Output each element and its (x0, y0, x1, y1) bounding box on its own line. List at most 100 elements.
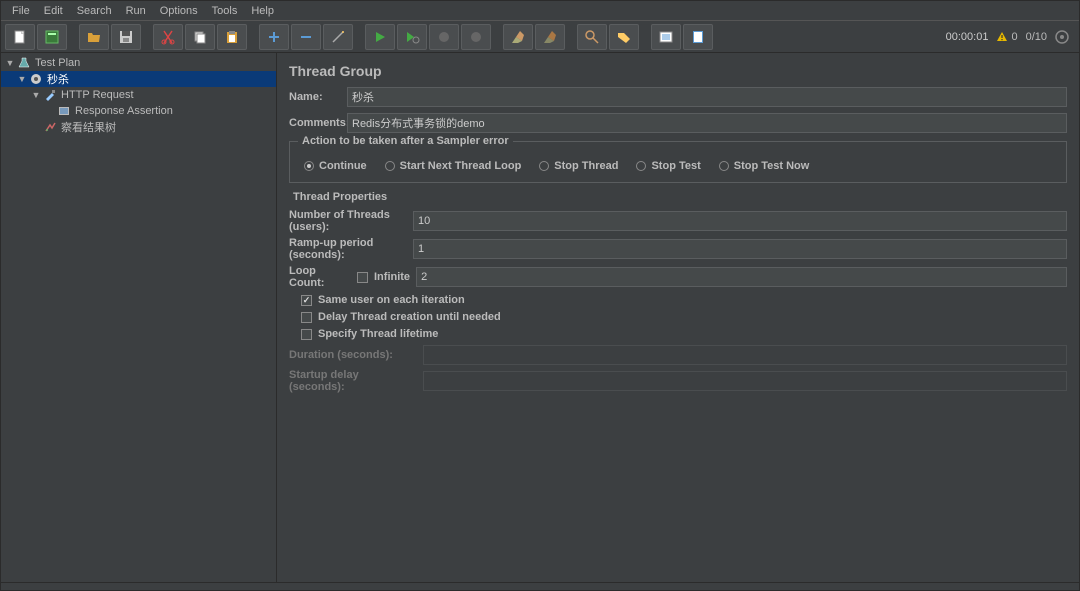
open-icon (86, 29, 102, 45)
menu-file[interactable]: File (5, 3, 37, 19)
template-icon (44, 29, 60, 45)
copy-icon (192, 29, 208, 45)
tree-label: 察看结果树 (59, 119, 116, 135)
threads-icon (1055, 30, 1069, 44)
open-button[interactable] (79, 24, 109, 50)
plus-icon (266, 29, 282, 45)
thread-properties-title: Thread Properties (293, 191, 1067, 203)
menu-search[interactable]: Search (70, 3, 119, 19)
sampler-error-fieldset: Action to be taken after a Sampler error… (289, 141, 1067, 183)
radio-start-next[interactable]: Start Next Thread Loop (385, 160, 522, 172)
templates-button[interactable] (37, 24, 67, 50)
num-threads-input[interactable] (413, 211, 1067, 231)
specify-lifetime-row[interactable]: Specify Thread lifetime (301, 328, 1067, 340)
cut-button[interactable] (153, 24, 183, 50)
play-icon (372, 29, 388, 45)
results-icon (43, 120, 57, 134)
assertion-icon (57, 104, 71, 118)
duration-input (423, 345, 1067, 365)
thread-group-panel: Thread Group Name: Comments: Action to b… (277, 53, 1079, 582)
stop-icon (436, 29, 452, 45)
tree-panel: ▼ Test Plan ▼ 秒杀 ▼ HTTP Request (1, 53, 277, 582)
warning-icon (996, 31, 1008, 43)
save-icon (118, 29, 134, 45)
collapse-button[interactable] (291, 24, 321, 50)
menu-options[interactable]: Options (153, 3, 205, 19)
play-timer-icon (404, 29, 420, 45)
broom-icon (510, 29, 526, 45)
same-user-row[interactable]: Same user on each iteration (301, 294, 1067, 306)
expand-toggle[interactable]: ▼ (17, 74, 27, 84)
menu-tools[interactable]: Tools (205, 3, 245, 19)
toolbar: 00:00:01 0 0/10 (1, 21, 1079, 53)
search-icon (584, 29, 600, 45)
start-button[interactable] (365, 24, 395, 50)
loop-count-label: Loop Count: (289, 265, 351, 289)
pipette-icon (43, 88, 57, 102)
new-button[interactable] (5, 24, 35, 50)
menu-help[interactable]: Help (244, 3, 281, 19)
tree-response-assertion[interactable]: Response Assertion (1, 103, 276, 119)
minus-icon (298, 29, 314, 45)
radio-stop-thread[interactable]: Stop Thread (539, 160, 618, 172)
rampup-input[interactable] (413, 239, 1067, 259)
function-helper-button[interactable] (651, 24, 681, 50)
tree-view-results[interactable]: 察看结果树 (1, 119, 276, 135)
beaker-icon (17, 56, 31, 70)
clear-all-button[interactable] (535, 24, 565, 50)
expand-button[interactable] (259, 24, 289, 50)
search-tree-button[interactable] (577, 24, 607, 50)
expand-toggle[interactable]: ▼ (31, 90, 41, 100)
wand-icon (330, 29, 346, 45)
radio-stop-test[interactable]: Stop Test (636, 160, 700, 172)
active-threads: 0/10 (1026, 31, 1047, 43)
file-icon (12, 29, 28, 45)
tag-icon (616, 29, 632, 45)
name-input[interactable] (347, 87, 1067, 107)
reset-search-button[interactable] (609, 24, 639, 50)
tree-label: Response Assertion (73, 105, 173, 117)
loop-count-input[interactable] (416, 267, 1067, 287)
help-button[interactable] (683, 24, 713, 50)
tree-label: 秒杀 (45, 71, 69, 87)
expand-toggle[interactable]: ▼ (5, 58, 15, 68)
paste-icon (224, 29, 240, 45)
startup-delay-input (423, 371, 1067, 391)
tree-http-request[interactable]: ▼ HTTP Request (1, 87, 276, 103)
specify-lifetime-checkbox[interactable] (301, 329, 312, 340)
start-no-pause-button[interactable] (397, 24, 427, 50)
menu-edit[interactable]: Edit (37, 3, 70, 19)
book-icon (690, 29, 706, 45)
infinite-label: Infinite (374, 271, 410, 283)
same-user-checkbox[interactable] (301, 295, 312, 306)
delay-creation-row[interactable]: Delay Thread creation until needed (301, 311, 1067, 323)
infinite-checkbox[interactable] (357, 272, 368, 283)
cut-icon (160, 29, 176, 45)
clear-button[interactable] (503, 24, 533, 50)
tree-thread-group[interactable]: ▼ 秒杀 (1, 71, 276, 87)
copy-button[interactable] (185, 24, 215, 50)
tree-label: Test Plan (33, 57, 80, 69)
toggle-button[interactable] (323, 24, 353, 50)
save-button[interactable] (111, 24, 141, 50)
list-icon (658, 29, 674, 45)
gear-icon (29, 72, 43, 86)
shutdown-icon (468, 29, 484, 45)
shutdown-button[interactable] (461, 24, 491, 50)
delay-creation-checkbox[interactable] (301, 312, 312, 323)
menu-run[interactable]: Run (119, 3, 153, 19)
main-split: ▼ Test Plan ▼ 秒杀 ▼ HTTP Request (1, 53, 1079, 582)
sampler-error-legend: Action to be taken after a Sampler error (298, 135, 513, 147)
paste-button[interactable] (217, 24, 247, 50)
comments-label: Comments: (289, 117, 341, 129)
radio-stop-test-now[interactable]: Stop Test Now (719, 160, 810, 172)
startup-delay-label: Startup delay (seconds): (289, 369, 417, 393)
rampup-label: Ramp-up period (seconds): (289, 237, 407, 261)
stop-button[interactable] (429, 24, 459, 50)
tree-test-plan[interactable]: ▼ Test Plan (1, 55, 276, 71)
name-label: Name: (289, 91, 341, 103)
radio-continue[interactable]: Continue (304, 160, 367, 172)
comments-input[interactable] (347, 113, 1067, 133)
elapsed-timer: 00:00:01 (946, 31, 989, 43)
warnings-indicator[interactable]: 0 (996, 31, 1017, 43)
